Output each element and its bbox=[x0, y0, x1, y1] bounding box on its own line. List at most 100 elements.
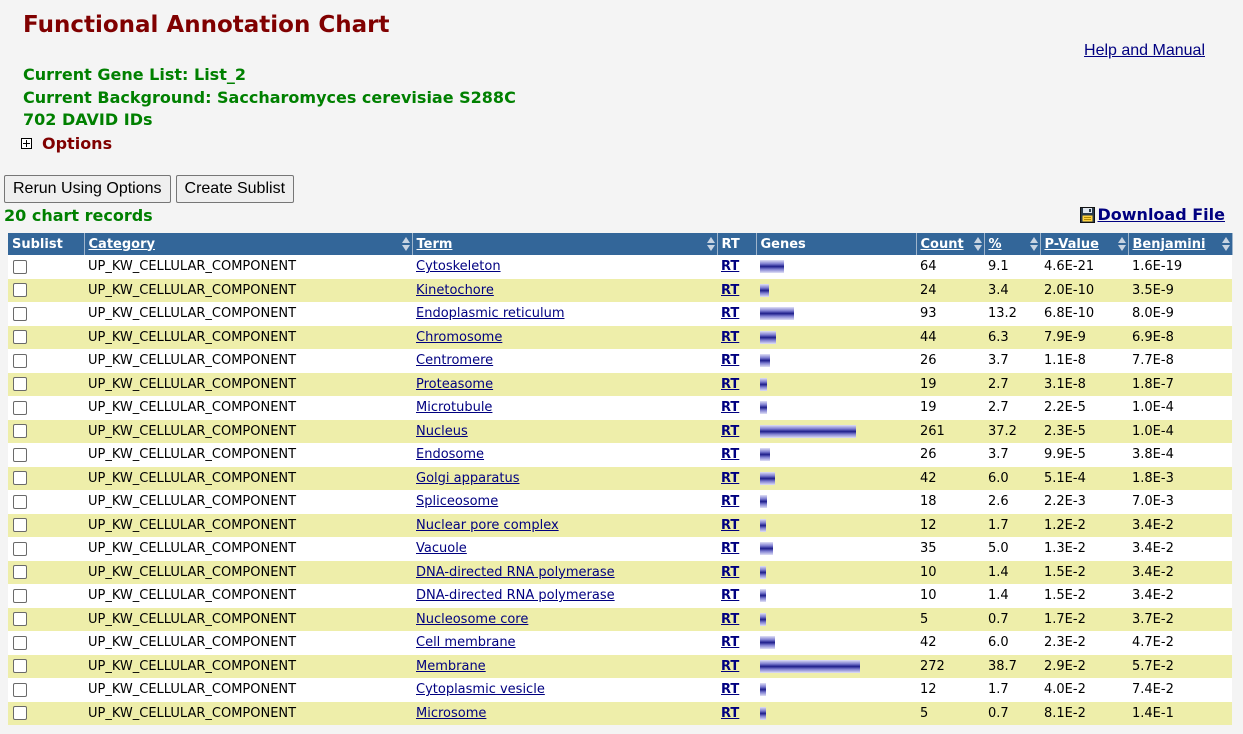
rt-link[interactable]: RT bbox=[721, 471, 739, 486]
genes-bar[interactable] bbox=[760, 565, 766, 579]
sublist-checkbox[interactable] bbox=[13, 659, 27, 674]
col-benjamini[interactable]: Benjamini bbox=[1128, 233, 1233, 255]
col-percent[interactable]: % bbox=[984, 233, 1041, 255]
col-category[interactable]: Category bbox=[84, 233, 413, 255]
genes-bar[interactable] bbox=[760, 659, 860, 673]
term-link[interactable]: Cytoskeleton bbox=[416, 259, 501, 274]
rt-link[interactable]: RT bbox=[721, 659, 739, 674]
rt-link[interactable]: RT bbox=[721, 635, 739, 650]
sublist-checkbox[interactable] bbox=[13, 353, 27, 368]
term-sort-link[interactable]: Term bbox=[417, 237, 453, 252]
term-link[interactable]: Microtubule bbox=[416, 400, 492, 415]
term-link[interactable]: Endoplasmic reticulum bbox=[416, 306, 564, 321]
col-pvalue[interactable]: P-Value bbox=[1040, 233, 1129, 255]
genes-bar[interactable] bbox=[760, 330, 776, 344]
sublist-checkbox[interactable] bbox=[13, 424, 27, 439]
term-link[interactable]: Microsome bbox=[416, 706, 486, 721]
expand-plus-icon[interactable] bbox=[21, 138, 32, 149]
term-link[interactable]: Membrane bbox=[416, 659, 486, 674]
sublist-checkbox[interactable] bbox=[13, 447, 27, 462]
term-link[interactable]: Golgi apparatus bbox=[416, 471, 520, 486]
rt-link[interactable]: RT bbox=[721, 588, 739, 603]
pvalue-sort-link[interactable]: P-Value bbox=[1045, 237, 1099, 252]
rt-link[interactable]: RT bbox=[721, 283, 739, 298]
genes-bar[interactable] bbox=[760, 518, 766, 532]
sublist-checkbox[interactable] bbox=[13, 471, 27, 486]
sublist-checkbox[interactable] bbox=[13, 400, 27, 415]
sublist-checkbox[interactable] bbox=[13, 494, 27, 509]
rt-link[interactable]: RT bbox=[721, 259, 739, 274]
term-link[interactable]: Kinetochore bbox=[416, 283, 494, 298]
genes-bar[interactable] bbox=[760, 354, 770, 368]
rt-link[interactable]: RT bbox=[721, 682, 739, 697]
genes-bar[interactable] bbox=[760, 260, 784, 274]
count-sort-link[interactable]: Count bbox=[921, 237, 964, 252]
options-toggle[interactable]: Options bbox=[21, 134, 112, 153]
sublist-checkbox[interactable] bbox=[13, 259, 27, 274]
col-count[interactable]: Count bbox=[916, 233, 985, 255]
help-manual-link[interactable]: Help and Manual bbox=[1084, 42, 1205, 60]
genes-bar[interactable] bbox=[760, 636, 775, 650]
rt-link[interactable]: RT bbox=[721, 400, 739, 415]
sort-arrows-icon[interactable] bbox=[706, 236, 715, 252]
rt-link[interactable]: RT bbox=[721, 353, 739, 368]
genes-bar[interactable] bbox=[760, 495, 767, 509]
sort-arrows-icon[interactable] bbox=[1117, 236, 1126, 252]
options-label[interactable]: Options bbox=[42, 134, 112, 153]
sublist-checkbox[interactable] bbox=[13, 588, 27, 603]
term-link[interactable]: Nucleosome core bbox=[416, 612, 528, 627]
genes-bar[interactable] bbox=[760, 612, 766, 626]
term-link[interactable]: Cell membrane bbox=[416, 635, 516, 650]
rt-link[interactable]: RT bbox=[721, 612, 739, 627]
sublist-checkbox[interactable] bbox=[13, 682, 27, 697]
sort-arrows-icon[interactable] bbox=[401, 236, 410, 252]
rt-link[interactable]: RT bbox=[721, 494, 739, 509]
sublist-checkbox[interactable] bbox=[13, 565, 27, 580]
rt-link[interactable]: RT bbox=[721, 377, 739, 392]
rt-link[interactable]: RT bbox=[721, 447, 739, 462]
term-link[interactable]: Nuclear pore complex bbox=[416, 518, 559, 533]
genes-bar[interactable] bbox=[760, 307, 794, 321]
rt-link[interactable]: RT bbox=[721, 565, 739, 580]
sublist-checkbox[interactable] bbox=[13, 330, 27, 345]
term-link[interactable]: Cytoplasmic vesicle bbox=[416, 682, 545, 697]
term-link[interactable]: DNA-directed RNA polymerase bbox=[416, 588, 615, 603]
genes-bar[interactable] bbox=[760, 683, 766, 697]
term-link[interactable]: Spliceosome bbox=[416, 494, 498, 509]
genes-bar[interactable] bbox=[760, 424, 856, 438]
sublist-checkbox[interactable] bbox=[13, 377, 27, 392]
rt-link[interactable]: RT bbox=[721, 518, 739, 533]
genes-bar[interactable] bbox=[760, 471, 775, 485]
term-link[interactable]: Vacuole bbox=[416, 541, 467, 556]
rt-link[interactable]: RT bbox=[721, 424, 739, 439]
sublist-checkbox[interactable] bbox=[13, 635, 27, 650]
sublist-checkbox[interactable] bbox=[13, 518, 27, 533]
term-link[interactable]: Nucleus bbox=[416, 424, 468, 439]
term-link[interactable]: Chromosome bbox=[416, 330, 502, 345]
term-link[interactable]: Endosome bbox=[416, 447, 484, 462]
category-sort-link[interactable]: Category bbox=[89, 237, 155, 252]
genes-bar[interactable] bbox=[760, 377, 767, 391]
sublist-checkbox[interactable] bbox=[13, 306, 27, 321]
sort-arrows-icon[interactable] bbox=[973, 236, 982, 252]
genes-bar[interactable] bbox=[760, 542, 773, 556]
genes-bar[interactable] bbox=[760, 706, 766, 720]
floppy-disk-icon[interactable] bbox=[1079, 206, 1095, 223]
rt-link[interactable]: RT bbox=[721, 330, 739, 345]
genes-bar[interactable] bbox=[760, 448, 770, 462]
sublist-checkbox[interactable] bbox=[13, 541, 27, 556]
download-file-link[interactable]: Download File bbox=[1079, 205, 1225, 224]
term-link[interactable]: Proteasome bbox=[416, 377, 493, 392]
sublist-checkbox[interactable] bbox=[13, 283, 27, 298]
sublist-checkbox[interactable] bbox=[13, 612, 27, 627]
create-sublist-button[interactable]: Create Sublist bbox=[175, 175, 295, 203]
genes-bar[interactable] bbox=[760, 589, 766, 603]
rt-link[interactable]: RT bbox=[721, 541, 739, 556]
genes-bar[interactable] bbox=[760, 401, 767, 415]
col-term[interactable]: Term bbox=[412, 233, 718, 255]
benjamini-sort-link[interactable]: Benjamini bbox=[1133, 237, 1206, 252]
term-link[interactable]: DNA-directed RNA polymerase bbox=[416, 565, 615, 580]
genes-bar[interactable] bbox=[760, 283, 769, 297]
term-link[interactable]: Centromere bbox=[416, 353, 493, 368]
rerun-options-button[interactable]: Rerun Using Options bbox=[4, 175, 171, 203]
